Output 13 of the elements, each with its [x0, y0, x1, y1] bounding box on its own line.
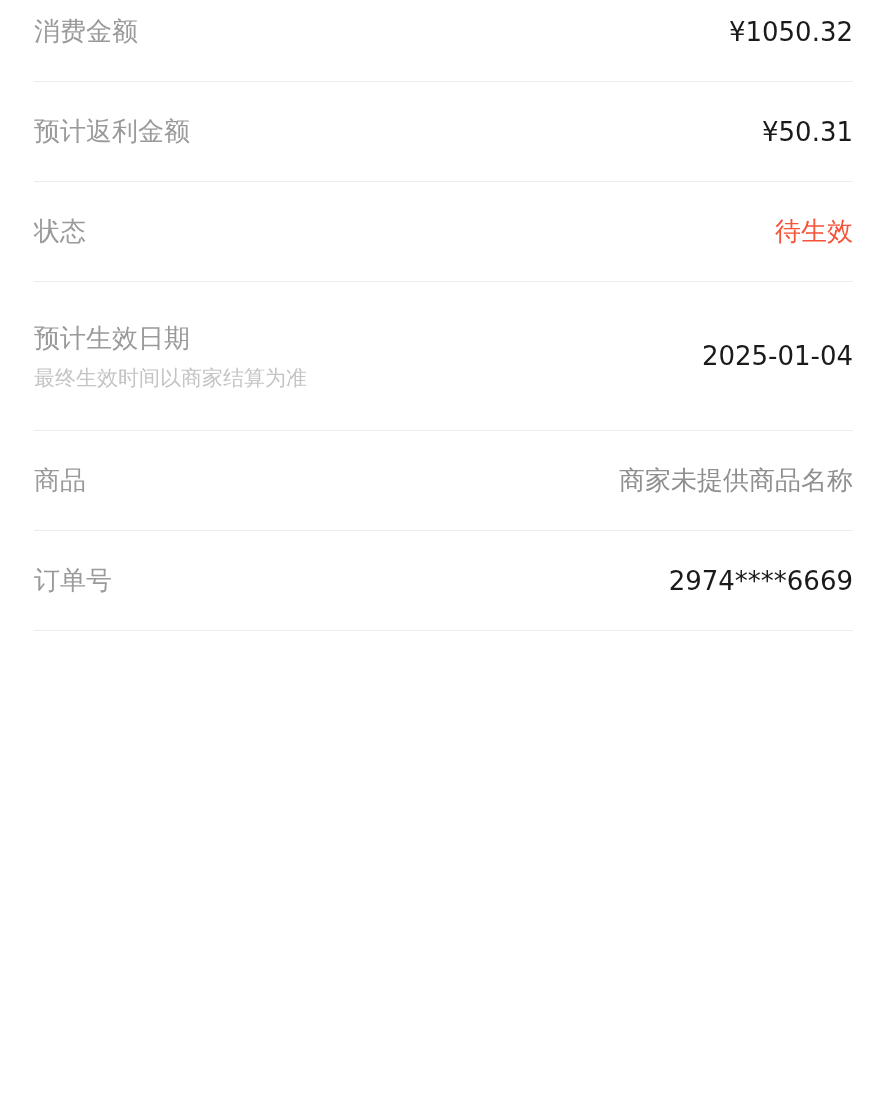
- field-value: ¥50.31: [762, 116, 853, 147]
- field-label: 商品: [34, 464, 86, 497]
- field-value: 2025-01-04: [701, 341, 853, 371]
- field-value: 2974****6669: [668, 565, 853, 596]
- field-label: 消费金额: [34, 15, 138, 48]
- field-value: 商家未提供商品名称: [619, 464, 853, 497]
- field-value: ¥1050.32: [728, 16, 853, 47]
- field-label: 订单号: [34, 564, 112, 597]
- field-value: 待生效: [775, 215, 853, 248]
- field-label: 预计返利金额: [34, 115, 190, 148]
- field-label: 预计生效日期: [34, 321, 191, 355]
- field-note: 最终生效时间以商家结算为准: [34, 364, 307, 392]
- field-label: 状态: [34, 215, 86, 248]
